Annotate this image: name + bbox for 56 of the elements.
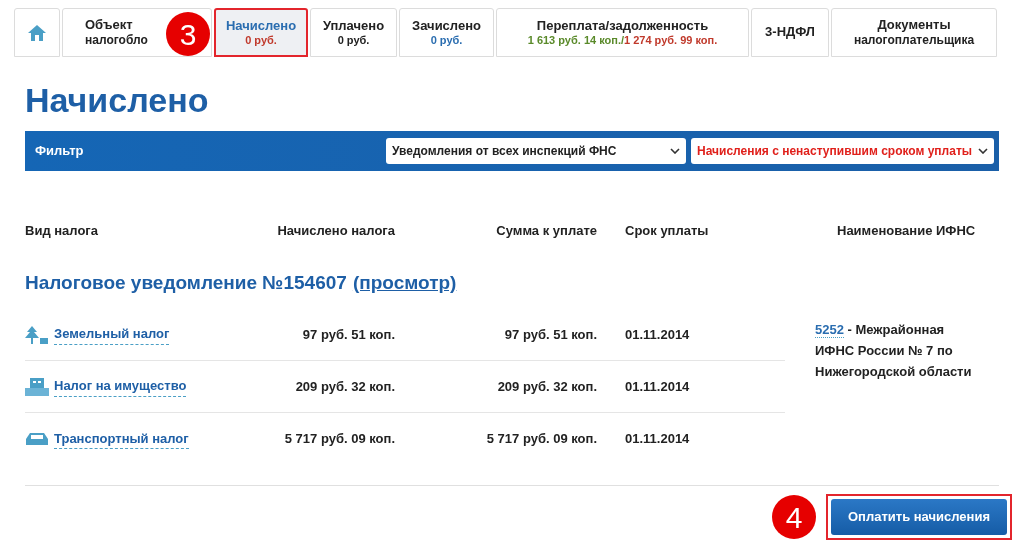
tree-icon bbox=[25, 325, 49, 344]
accrued-amount: 97 руб. 51 коп. bbox=[301, 325, 395, 344]
tab[interactable]: Начислено 0 руб. bbox=[214, 8, 308, 57]
car-icon bbox=[25, 431, 49, 447]
home-tab[interactable] bbox=[14, 8, 60, 57]
filter-label: Фильтр bbox=[35, 142, 85, 161]
chevron-icon bbox=[670, 148, 680, 154]
tab-subtitle: налогоплательщика bbox=[853, 33, 975, 49]
tab[interactable]: Документы налогоплательщика bbox=[831, 8, 997, 57]
tab-title: Переплата/задолженность bbox=[536, 17, 709, 34]
home-icon bbox=[27, 22, 47, 43]
tab-title: Начислено bbox=[225, 17, 297, 34]
due-date: 01.11.2014 bbox=[624, 430, 691, 449]
chevron-icon bbox=[978, 148, 988, 154]
tab-title: Зачислено bbox=[412, 17, 481, 34]
tab-title: 3-НДФЛ bbox=[765, 24, 815, 41]
select-value: Начисления с ненаступившим сроком уплаты bbox=[697, 143, 973, 160]
page-title: Начислено bbox=[25, 83, 210, 117]
tab-value: 0 руб. bbox=[430, 33, 463, 46]
ifns-code-link[interactable]: 5252 bbox=[815, 322, 844, 338]
tab-value: 0 руб. bbox=[337, 33, 370, 46]
view-link[interactable]: (просмотр) bbox=[352, 268, 457, 297]
column-header: Сумма к уплате bbox=[495, 222, 597, 240]
column-header: Начислено налога bbox=[276, 222, 395, 240]
pay-button[interactable]: Оплатить начисления bbox=[831, 499, 1007, 535]
tab-value: 0 руб. bbox=[245, 33, 277, 46]
column-header: Наименование ИФНС bbox=[836, 222, 977, 240]
tab[interactable]: Уплачено 0 руб. bbox=[310, 8, 397, 57]
annotation-badge: 4 bbox=[772, 495, 816, 539]
column-header: Вид налога bbox=[25, 222, 99, 240]
tax-link[interactable]: Транспортный налог bbox=[54, 428, 189, 450]
accrued-amount: 5 717 руб. 09 коп. bbox=[283, 430, 395, 449]
tab-title: Документы bbox=[877, 16, 951, 34]
tab[interactable]: Переплата/задолженность 1 613 руб. 14 коп./1 274 руб. 99 коп. bbox=[496, 8, 749, 57]
tab[interactable]: 3-НДФЛ bbox=[751, 8, 829, 57]
column-header: Срок уплаты bbox=[624, 222, 710, 240]
ifns-name: 5252 - Межрайонная ИФНС России № 7 по Нижегородской области bbox=[815, 321, 973, 381]
filter-select[interactable]: Уведомления от всех инспекций ФНС bbox=[386, 138, 686, 164]
tab-title: Уплачено bbox=[322, 17, 385, 34]
tab-subtitle: налогобло bbox=[85, 33, 148, 49]
due-amount: 97 руб. 51 коп. bbox=[503, 325, 597, 344]
due-date: 01.11.2014 bbox=[624, 377, 691, 396]
tab-value: 1 274 руб. 99 коп. bbox=[624, 33, 718, 46]
filter-select[interactable]: Начисления с ненаступившим сроком уплаты bbox=[691, 138, 994, 164]
due-date: 01.11.2014 bbox=[624, 325, 691, 344]
accrued-amount: 209 руб. 32 коп. bbox=[294, 377, 395, 396]
notice-title: Налоговое уведомление №154607 bbox=[25, 270, 347, 295]
select-value: Уведомления от всех инспекций ФНС bbox=[392, 143, 617, 160]
tax-link[interactable]: Налог на имущество bbox=[54, 376, 187, 397]
building-icon bbox=[25, 377, 49, 396]
due-amount: 5 717 руб. 09 коп. bbox=[485, 430, 597, 449]
tab-value: 1 613 руб. 14 коп./ bbox=[527, 33, 624, 46]
tab[interactable]: Зачислено 0 руб. bbox=[399, 8, 494, 57]
tax-link[interactable]: Земельный налог bbox=[54, 324, 170, 345]
tab-title: Объект bbox=[85, 16, 133, 34]
due-amount: 209 руб. 32 коп. bbox=[496, 377, 597, 396]
